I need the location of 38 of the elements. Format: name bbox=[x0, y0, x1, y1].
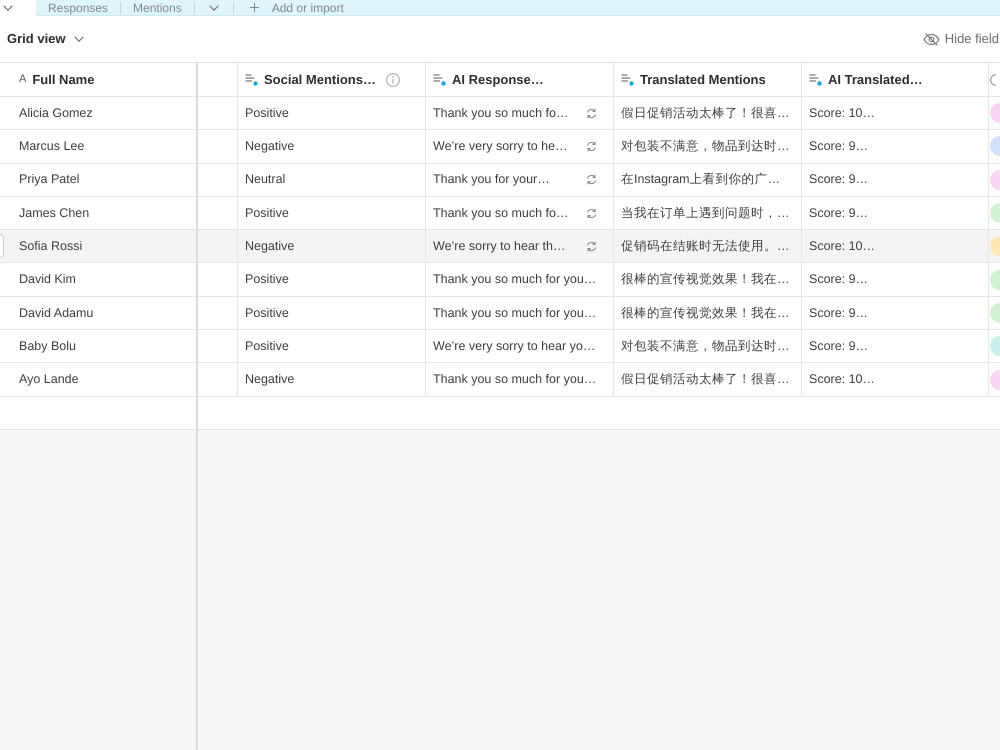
refresh-icon[interactable] bbox=[586, 174, 597, 186]
cell-text: We’re very sorry to he… bbox=[433, 138, 568, 156]
chevron-down-icon[interactable] bbox=[208, 4, 219, 10]
chevron-down-icon bbox=[74, 36, 84, 42]
lines-dot-icon bbox=[621, 73, 634, 86]
column-header[interactable]: AI Response… bbox=[426, 63, 614, 97]
table-row[interactable]: Sofia Rossi Negative We’re sorry to hear th… 促销码在结账时无法使用。… Score: 10… bbox=[0, 230, 1000, 264]
refresh-icon[interactable] bbox=[586, 208, 597, 219]
lines-dot-icon bbox=[809, 73, 822, 86]
refresh-icon[interactable] bbox=[586, 240, 597, 252]
table-row[interactable]: David Kim Positive Thank you so much for you… 很棒的宣传视觉效果！我在… Score: 9… bbox=[0, 263, 1000, 297]
cell-text: We’re sorry to hear th… bbox=[433, 238, 566, 255]
table-row[interactable]: Baby Bolu Positive We’re very sorry to hear yo… 对包装不满意，物品到达时… Score: 9… bbox=[0, 330, 1000, 364]
hide-fields-button[interactable]: Hide field bbox=[922, 29, 1000, 49]
table-row[interactable]: Marcus Lee Negative We’re very sorry to he… 对包装不满意，物品到达时… Score: 9… bbox=[0, 130, 1000, 164]
eye-slash-icon bbox=[922, 32, 940, 46]
lines-dot-icon bbox=[245, 73, 258, 86]
text-field-icon: A bbox=[19, 74, 26, 85]
column-header[interactable]: Translated Mentions bbox=[614, 63, 802, 97]
plus-icon[interactable] bbox=[250, 3, 259, 12]
chevron-down-icon[interactable] bbox=[3, 5, 13, 11]
grid-view-button[interactable]: Grid view bbox=[0, 29, 84, 49]
column-header[interactable]: Social Mentions… bbox=[238, 63, 426, 97]
table-row[interactable]: James Chen Positive Thank you so much fo… 当我在订单上遇到问题时，… Score: 9… bbox=[0, 196, 1000, 230]
lines-dot-icon bbox=[433, 73, 446, 86]
table-row[interactable]: Ayo Lande Negative Thank you so much for you… 假日促销活动太棒了！很喜… Score: 10… bbox=[0, 363, 1000, 397]
info-icon[interactable] bbox=[386, 72, 400, 86]
table-row[interactable]: David Adamu Positive Thank you so much for you… 很棒的宣传视觉效果！我在… Score: 9… bbox=[0, 296, 1000, 330]
cell-text: Thank you for your… bbox=[433, 171, 550, 188]
refresh-icon[interactable] bbox=[586, 140, 597, 152]
row-expand-handle[interactable] bbox=[0, 234, 4, 258]
column-header[interactable]: AI Translated… bbox=[802, 63, 989, 97]
table-row[interactable]: Priya Patel Neutral Thank you for your… 在Instagram上看到你的广… Score: 9… bbox=[0, 164, 1000, 197]
column-header[interactable]: A Full Name bbox=[0, 63, 198, 97]
table-row[interactable]: Alicia Gomez Positive Thank you so much fo… 假日促销活动太棒了！很喜… Score: 10… bbox=[0, 97, 1000, 130]
cell-text: Thank you so much fo… bbox=[433, 104, 568, 122]
refresh-icon[interactable] bbox=[586, 108, 597, 119]
cell-text: Thank you so much fo… bbox=[433, 204, 568, 222]
